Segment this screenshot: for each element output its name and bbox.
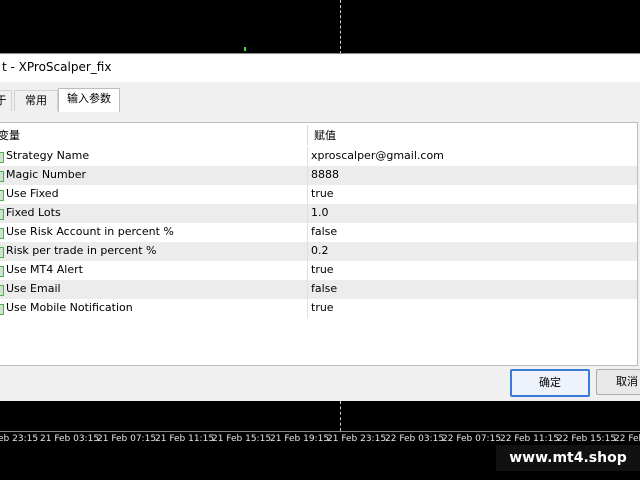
expert-properties-dialog: t - XProScalper_fix 于 常用 输入参数 变量 赋值 Stra… [0, 53, 640, 402]
parameter-icon [0, 304, 4, 315]
table-row[interactable]: Use Email false [0, 280, 637, 299]
time-axis-label: 21 Feb 07:15 [97, 434, 157, 444]
time-axis-label: 22 Feb 11:15 [500, 434, 560, 444]
time-axis-label: 21 Feb 19:15 [270, 434, 330, 444]
time-axis-label: 22 Feb 03:15 [385, 434, 445, 444]
parameter-name: Use Email [6, 282, 61, 295]
table-row[interactable]: Use MT4 Alert true [0, 261, 637, 280]
parameter-value[interactable]: true [311, 263, 334, 276]
column-header-variable[interactable]: 变量 [0, 127, 20, 143]
cell-separator [307, 261, 308, 280]
cancel-button[interactable]: 取消 [596, 369, 640, 395]
parameter-name: Use Fixed [6, 187, 59, 200]
column-divider[interactable] [307, 125, 308, 145]
parameter-name: Strategy Name [6, 149, 90, 162]
column-header-value[interactable]: 赋值 [314, 127, 336, 143]
time-axis-label: 22 Feb [614, 434, 640, 444]
parameter-icon [0, 190, 4, 201]
time-axis-label: 21 Feb 11:15 [155, 434, 215, 444]
time-axis-label: eb 23:15 [0, 434, 39, 444]
parameter-name: Use Mobile Notification [6, 301, 133, 314]
parameter-name: Risk per trade in percent % [6, 244, 157, 257]
parameter-value[interactable]: xproscalper@gmail.com [311, 149, 444, 162]
dialog-title: t - XProScalper_fix [2, 60, 112, 74]
cell-separator [307, 299, 308, 318]
chart-area-bottom: eb 23:15 21 Feb 03:15 21 Feb 07:15 21 Fe… [0, 401, 640, 480]
cell-separator [307, 185, 308, 204]
time-axis-label: 22 Feb 15:15 [557, 434, 617, 444]
time-axis-label: 21 Feb 03:15 [40, 434, 100, 444]
watermark: www.mt4.shop [496, 445, 640, 471]
cell-separator [307, 147, 308, 166]
parameter-icon [0, 228, 4, 239]
parameter-value[interactable]: false [311, 282, 337, 295]
chart-period-separator [340, 0, 341, 54]
time-axis-label: 21 Feb 15:15 [212, 434, 272, 444]
table-row[interactable]: Use Mobile Notification true [0, 299, 637, 318]
parameter-icon [0, 285, 4, 296]
table-row[interactable]: Use Risk Account in percent % false [0, 223, 637, 242]
time-axis-label: 21 Feb 23:15 [327, 434, 387, 444]
parameter-icon [0, 171, 4, 182]
chart-price-mark [244, 47, 246, 51]
cell-separator [307, 223, 308, 242]
table-row[interactable]: Use Fixed true [0, 185, 637, 204]
time-axis-label: 22 Feb 07:15 [442, 434, 502, 444]
table-row[interactable]: Magic Number 8888 [0, 166, 637, 185]
parameter-icon [0, 266, 4, 277]
parameter-icon [0, 209, 4, 220]
time-axis: eb 23:15 21 Feb 03:15 21 Feb 07:15 21 Fe… [0, 431, 640, 446]
parameter-value[interactable]: 0.2 [311, 244, 329, 257]
cell-separator [307, 280, 308, 299]
table-row[interactable]: Fixed Lots 1.0 [0, 204, 637, 223]
chart-area-top [0, 0, 640, 54]
parameter-value[interactable]: true [311, 301, 334, 314]
dialog-titlebar[interactable]: t - XProScalper_fix [0, 54, 640, 82]
tab-inputs[interactable]: 输入参数 [58, 88, 120, 112]
tab-common[interactable]: 常用 [14, 90, 58, 111]
parameter-icon [0, 152, 4, 163]
parameter-name: Fixed Lots [6, 206, 61, 219]
parameter-icon [0, 247, 4, 258]
parameter-name: Use Risk Account in percent % [6, 225, 174, 238]
parameter-value[interactable]: true [311, 187, 334, 200]
table-row[interactable]: Strategy Name xproscalper@gmail.com [0, 147, 637, 166]
tab-about[interactable]: 于 [0, 90, 12, 111]
chart-period-separator [340, 401, 341, 431]
parameter-value[interactable]: 8888 [311, 168, 339, 181]
parameter-value[interactable]: false [311, 225, 337, 238]
table-header: 变量 赋值 [0, 123, 637, 147]
cell-separator [307, 204, 308, 223]
ok-button[interactable]: 确定 [510, 369, 590, 397]
cell-separator [307, 166, 308, 185]
parameter-name: Magic Number [6, 168, 87, 181]
parameter-value[interactable]: 1.0 [311, 206, 329, 219]
cell-separator [307, 242, 308, 261]
parameter-name: Use MT4 Alert [6, 263, 83, 276]
table-row[interactable]: Risk per trade in percent % 0.2 [0, 242, 637, 261]
inputs-table: 变量 赋值 Strategy Name xproscalper@gmail.co… [0, 122, 638, 366]
